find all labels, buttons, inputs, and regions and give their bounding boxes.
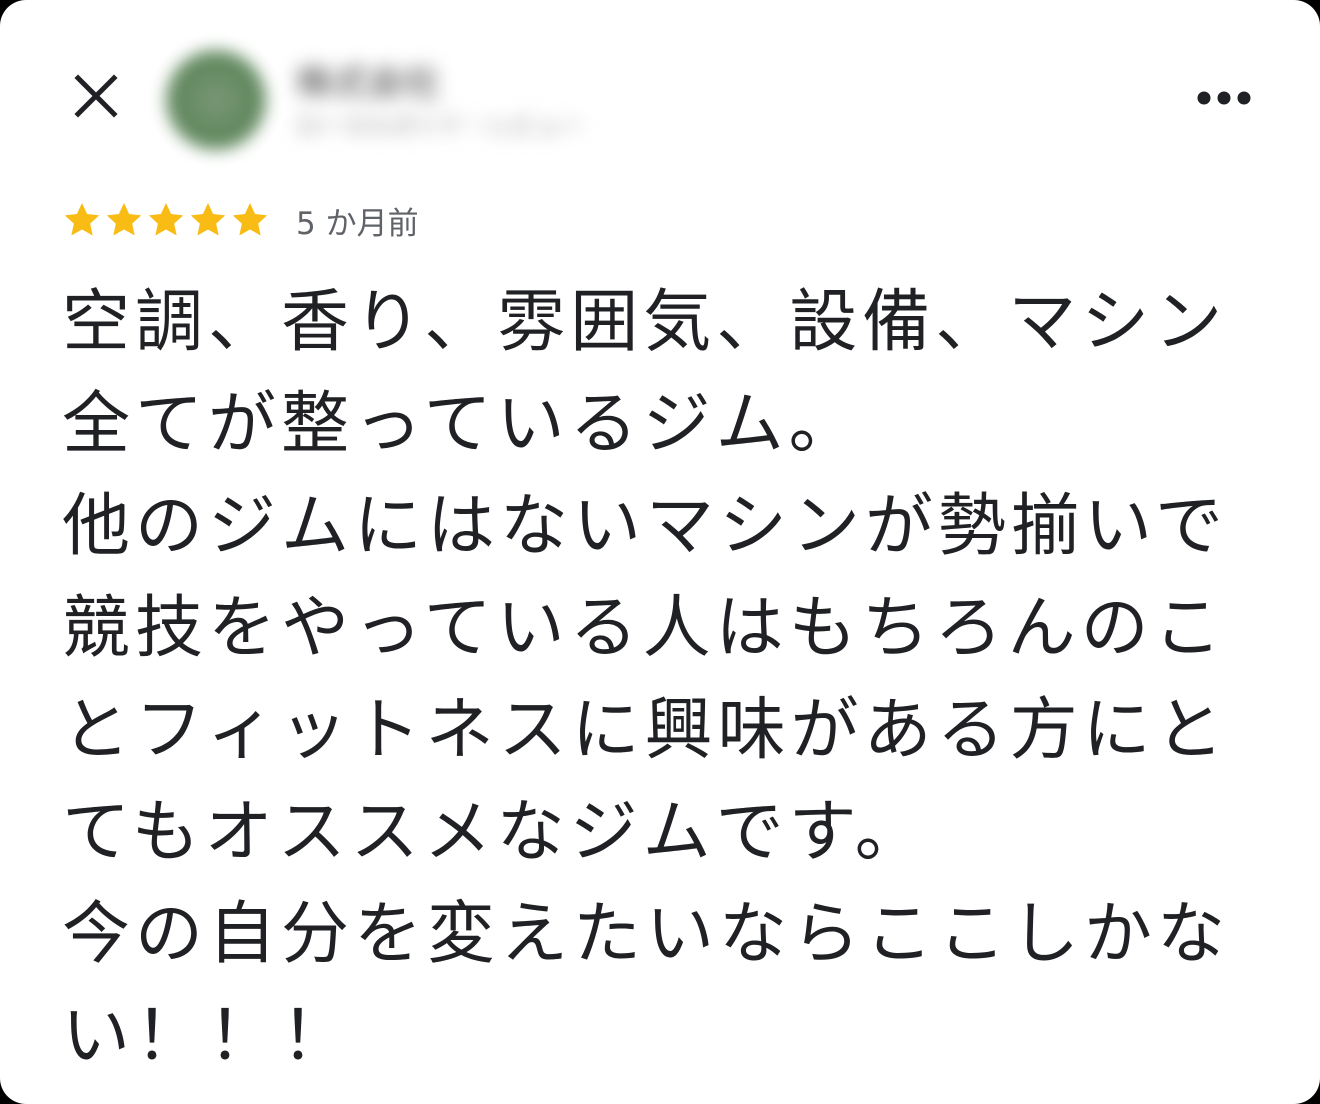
star-icon <box>148 203 184 236</box>
review-line: 全てが整っているジム。 <box>62 385 862 464</box>
review-line: い！！！ <box>62 997 355 1076</box>
more-options-button[interactable] <box>1192 78 1256 118</box>
review-line: 競技をやっている人はもちろんのこ <box>62 589 1227 668</box>
close-icon <box>74 74 118 118</box>
star-icon <box>64 203 100 236</box>
close-button[interactable] <box>62 62 130 130</box>
rating-row: 5 か月前 <box>62 196 419 244</box>
review-card: 株式会社 ローカルガイド・レビュー 5 か月前 空調、香り、雰囲気、設備、マシン… <box>0 0 1320 1104</box>
avatar[interactable] <box>166 50 266 150</box>
review-line: てもオススメなジムです。 <box>62 793 928 872</box>
review-line: とフィットネスに興味がある方にと <box>62 691 1229 770</box>
star-rating <box>62 200 270 240</box>
more-horizontal-icon <box>1197 91 1251 105</box>
star-icon <box>232 203 268 236</box>
star-icon <box>106 203 142 236</box>
review-text: 空調、香り、雰囲気、設備、マシン 全てが整っているジム。他のジムにはないマシンが勢… <box>62 272 1262 1088</box>
review-line: 空調、香り、雰囲気、設備、マシン <box>62 283 1228 362</box>
review-time: 5 か月前 <box>296 205 419 242</box>
star-icon <box>190 203 226 236</box>
reviewer-name[interactable]: 株式会社 <box>296 54 440 106</box>
reviewer-meta: ローカルガイド・レビュー <box>296 112 584 140</box>
review-line: 今の自分を変えたいならここしかな <box>62 895 1231 974</box>
review-line: 他のジムにはないマシンが勢揃いで <box>62 487 1228 566</box>
